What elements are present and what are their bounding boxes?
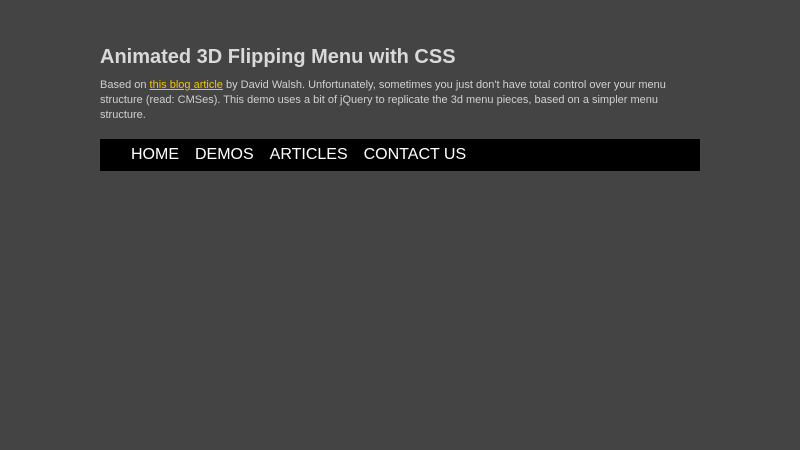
intro-prefix: Based on [100,79,150,91]
menu-item-demos[interactable]: DEMOS [195,139,254,171]
menu-item-articles[interactable]: ARTICLES [270,139,348,171]
menu-item-home[interactable]: HOME [131,139,179,171]
flipping-menu-bar: HOME DEMOS ARTICLES CONTACT US [100,139,700,171]
page-title: Animated 3D Flipping Menu with CSS [100,46,456,68]
menu-list: HOME DEMOS ARTICLES CONTACT US [100,139,700,171]
menu-item-contact-us[interactable]: CONTACT US [364,139,467,171]
blog-article-link[interactable]: this blog article [150,79,223,91]
intro-paragraph: Based on this blog article by David Wals… [100,78,700,123]
